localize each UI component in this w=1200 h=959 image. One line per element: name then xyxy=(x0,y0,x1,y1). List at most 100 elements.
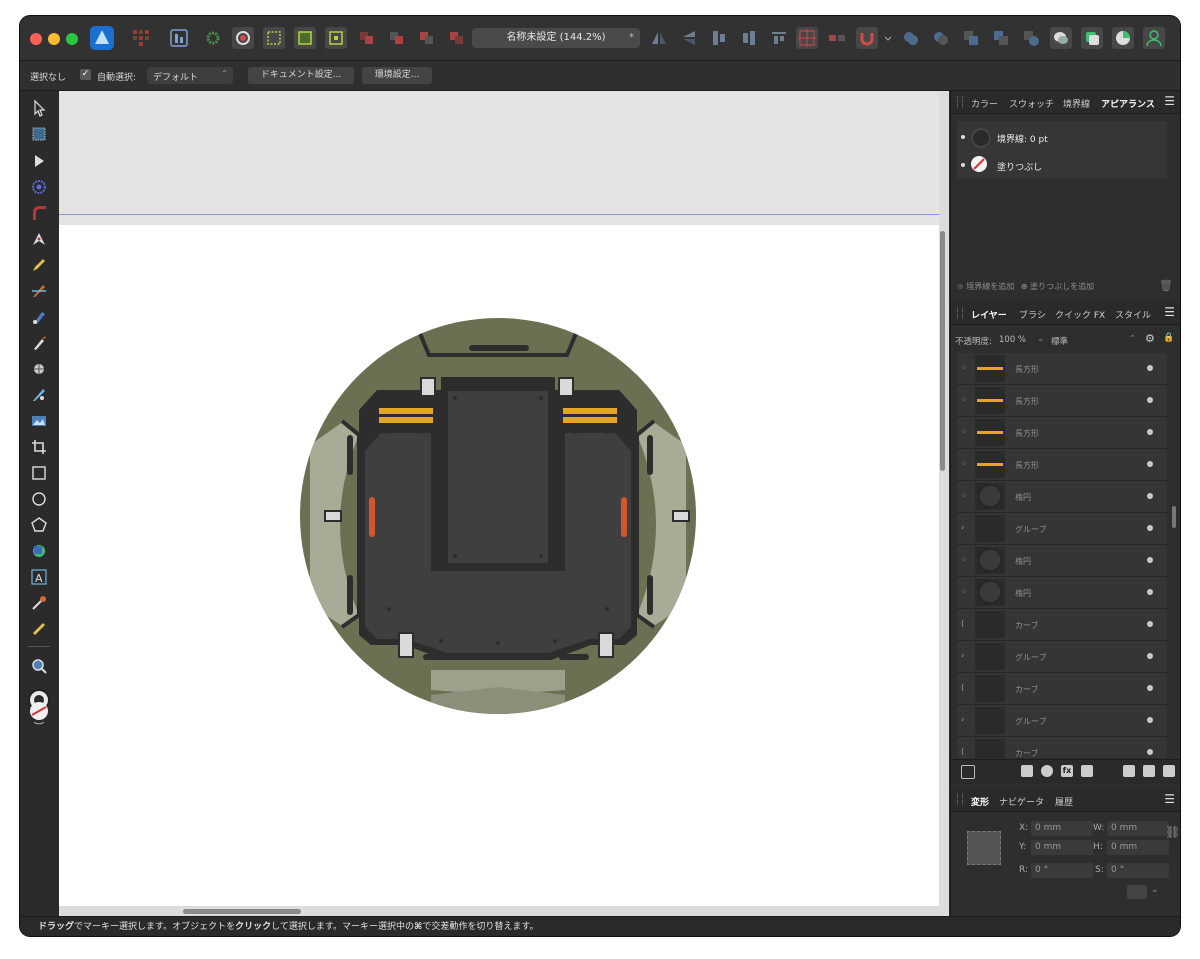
zoom-tool-icon[interactable] xyxy=(30,657,48,675)
transform-origin-icon[interactable] xyxy=(796,27,818,49)
studio-color-icon[interactable] xyxy=(1112,27,1134,49)
point-transform-tool-icon[interactable] xyxy=(30,178,48,196)
minimize-window-button[interactable] xyxy=(48,33,60,45)
color-picker-tool-icon[interactable] xyxy=(30,594,48,612)
panel-menu-icon[interactable]: ☰ xyxy=(1164,792,1175,806)
preferences-button[interactable]: 環境設定... xyxy=(362,67,432,84)
select-object-icon[interactable] xyxy=(325,27,347,49)
arrange-front-icon[interactable] xyxy=(446,27,468,49)
visibility-dot-icon[interactable] xyxy=(961,163,965,167)
zoom-window-button[interactable] xyxy=(66,33,78,45)
panel-menu-icon[interactable]: ☰ xyxy=(1164,305,1175,319)
text-tool-icon[interactable]: A xyxy=(30,568,48,586)
auto-select-checkbox[interactable]: ✓ xyxy=(80,69,91,80)
studio-layers-icon[interactable] xyxy=(1081,27,1103,49)
layer-settings-gear-icon[interactable]: ⚙ xyxy=(1145,332,1155,345)
adjustment-icon[interactable] xyxy=(1041,765,1053,777)
add-fill-button[interactable]: 塗りつぶしを追加 xyxy=(1030,282,1094,291)
move-tool-icon[interactable] xyxy=(30,99,48,117)
align-center-icon[interactable] xyxy=(738,27,760,49)
select-bounds-icon[interactable] xyxy=(294,27,316,49)
layer-row[interactable]: ⁘ 長方形 xyxy=(957,449,1167,481)
select-all-icon[interactable] xyxy=(263,27,285,49)
designer-persona-icon[interactable] xyxy=(90,26,114,50)
chevron-down-icon[interactable]: ⌄ xyxy=(1037,334,1044,344)
pattern-brush-tool-icon[interactable] xyxy=(30,386,48,404)
layer-row[interactable]: › グループ xyxy=(957,513,1167,545)
blend-mode-dropdown[interactable]: 標準 xyxy=(1051,335,1068,347)
close-window-button[interactable] xyxy=(30,33,42,45)
boolean-xor-icon[interactable] xyxy=(990,27,1012,49)
layer-row[interactable]: ⟨ カーブ xyxy=(957,673,1167,705)
layer-row[interactable]: ⁘ 長方形 xyxy=(957,417,1167,449)
boolean-subtract-icon[interactable] xyxy=(930,27,952,49)
boolean-intersect-icon[interactable] xyxy=(960,27,982,49)
appearance-stroke-row[interactable]: 境界線: 0 pt xyxy=(957,123,1167,151)
export-persona-icon[interactable] xyxy=(168,27,190,49)
settings-gear-icon[interactable] xyxy=(202,27,224,49)
snapping-dropdown-icon[interactable] xyxy=(882,27,894,49)
robot-illustration[interactable] xyxy=(59,225,939,906)
document-setup-button[interactable]: ドキュメント設定... xyxy=(248,67,354,84)
tab-swatches[interactable]: スウォッチ xyxy=(1009,97,1054,110)
tab-color[interactable]: カラー xyxy=(971,97,998,110)
tab-transform[interactable]: 変形 xyxy=(971,795,989,808)
visibility-dot-icon[interactable] xyxy=(1147,749,1153,755)
visibility-dot-icon[interactable] xyxy=(1147,621,1153,627)
crop-tool-icon[interactable] xyxy=(30,438,48,456)
disclosure-chevron-icon[interactable]: › xyxy=(961,652,969,660)
boolean-add-icon[interactable] xyxy=(900,27,922,49)
stroke-swatch[interactable] xyxy=(971,128,991,148)
y-field[interactable]: 0 mm xyxy=(1031,840,1093,855)
erase-brush-tool-icon[interactable] xyxy=(30,360,48,378)
visibility-dot-icon[interactable] xyxy=(961,135,965,139)
paint-brush-tool-icon[interactable] xyxy=(30,334,48,352)
fill-swatch-none-icon[interactable] xyxy=(971,156,987,172)
add-layer-icon[interactable] xyxy=(1123,765,1135,777)
corner-tool-icon[interactable] xyxy=(30,204,48,222)
visibility-dot-icon[interactable] xyxy=(1147,525,1153,531)
tab-appearance[interactable]: アピアランス xyxy=(1101,97,1155,110)
arrange-backward-icon[interactable] xyxy=(386,27,408,49)
rectangle-tool-icon[interactable] xyxy=(30,464,48,482)
visibility-dot-icon[interactable] xyxy=(1147,589,1153,595)
visibility-dot-icon[interactable] xyxy=(1147,461,1153,467)
layer-row[interactable]: ⁘ 長方形 xyxy=(957,353,1167,385)
align-top-icon[interactable] xyxy=(768,27,790,49)
transform-origin-icon[interactable] xyxy=(1127,885,1147,899)
add-fill-icon[interactable]: ⊕ xyxy=(1021,282,1028,291)
node-tool-icon[interactable] xyxy=(30,152,48,170)
visibility-dot-icon[interactable] xyxy=(1147,717,1153,723)
layer-row[interactable]: › グループ xyxy=(957,641,1167,673)
snapping-icon[interactable] xyxy=(232,27,254,49)
x-field[interactable]: 0 mm xyxy=(1031,821,1093,836)
appearance-fill-row[interactable]: 塗りつぶし xyxy=(957,151,1167,179)
lock-icon[interactable]: 🔒 xyxy=(1163,333,1174,343)
shear-field[interactable]: 0 ° xyxy=(1107,863,1169,878)
disclosure-chevron-icon[interactable]: › xyxy=(961,716,969,724)
ellipse-tool-icon[interactable] xyxy=(30,490,48,508)
measure-tool-icon[interactable] xyxy=(30,620,48,638)
canvas-area[interactable] xyxy=(59,91,949,916)
arrange-back-icon[interactable] xyxy=(356,27,378,49)
flip-vertical-icon[interactable] xyxy=(678,27,700,49)
rotation-field[interactable]: 0 ° xyxy=(1031,863,1093,878)
opacity-field[interactable]: 100 % xyxy=(999,335,1026,345)
tab-styles[interactable]: スタイル xyxy=(1115,308,1151,321)
insert-target-icon[interactable] xyxy=(826,27,848,49)
visibility-dot-icon[interactable] xyxy=(1147,557,1153,563)
live-filter-icon[interactable] xyxy=(1081,765,1093,777)
w-field[interactable]: 0 mm xyxy=(1107,821,1169,836)
artboard[interactable] xyxy=(59,225,939,906)
arrange-forward-icon[interactable] xyxy=(416,27,438,49)
h-field[interactable]: 0 mm xyxy=(1107,840,1169,855)
group-icon[interactable] xyxy=(1143,765,1155,777)
layer-row[interactable]: ⁘ 楕円 xyxy=(957,545,1167,577)
visibility-dot-icon[interactable] xyxy=(1147,365,1153,371)
panel-grip-icon[interactable] xyxy=(957,96,963,107)
tab-navigator[interactable]: ナビゲータ xyxy=(999,795,1044,808)
visibility-dot-icon[interactable] xyxy=(1147,653,1153,659)
tab-quick-fx[interactable]: クイック FX xyxy=(1055,308,1105,321)
visibility-dot-icon[interactable] xyxy=(1147,685,1153,691)
add-stroke-icon[interactable]: ⊕ xyxy=(957,282,964,291)
